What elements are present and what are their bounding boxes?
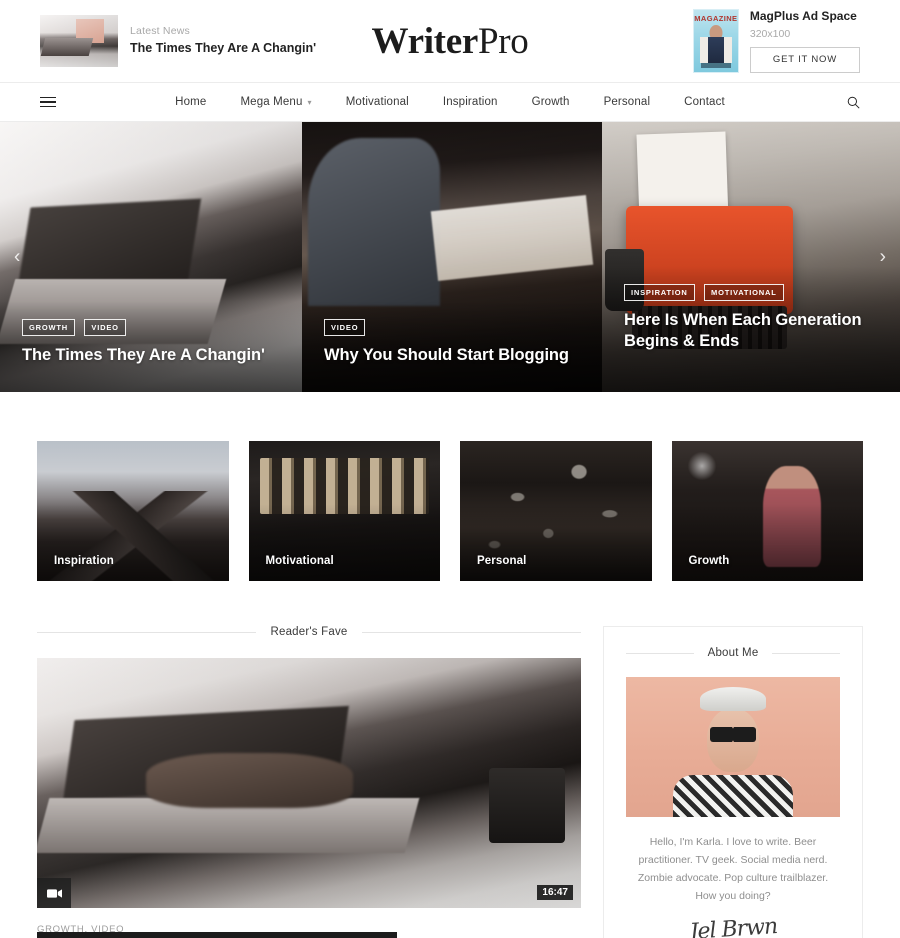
chevron-down-icon: ▾	[307, 97, 312, 107]
latest-news-text: Latest News The Times They Are A Changin…	[130, 25, 316, 57]
nav-item-label: Inspiration	[442, 96, 498, 108]
sunglasses-icon	[710, 727, 756, 743]
ad-thumbnail-icon: MAGAZINE	[692, 9, 739, 73]
category-tile-label: Motivational	[265, 555, 334, 567]
main-column: Reader's Fave 16:47 GROWTH, VIDEO	[37, 626, 581, 935]
category-tile-label: Growth	[688, 555, 730, 567]
ad-thumb-footer-band	[700, 63, 731, 68]
ad-size: 320x100	[749, 27, 791, 40]
latest-news-block[interactable]: Latest News The Times They Are A Changin…	[40, 15, 340, 67]
video-camera-icon[interactable]	[37, 878, 71, 908]
featured-post-card[interactable]: 16:47 GROWTH, VIDEO	[37, 658, 581, 935]
nav-menu: Home Mega Menu ▾ Motivational Inspiration…	[0, 96, 900, 108]
section-title: Reader's Fave	[270, 626, 348, 638]
hero-slide-caption: INSPIRATION MOTIVATIONAL Here Is When Ea…	[602, 265, 900, 392]
featured-post-image: 16:47	[37, 658, 581, 908]
featured-post-meta[interactable]: GROWTH, VIDEO	[37, 908, 581, 935]
hero-slide-badges: GROWTH VIDEO	[22, 317, 280, 336]
hero-slide-title[interactable]: The Times They Are A Changin'	[22, 345, 280, 366]
bottom-section-edge	[37, 932, 397, 938]
ad-thumb-magazine-word: MAGAZINE	[694, 14, 738, 23]
content-area: Reader's Fave 16:47 GROWTH, VIDEO About …	[0, 581, 900, 938]
nav-item-label: Contact	[684, 96, 725, 108]
widget-title: About Me	[707, 647, 759, 659]
nav-item-personal[interactable]: Personal	[587, 96, 668, 108]
ad-cta-button[interactable]: GET IT NOW	[749, 47, 860, 73]
section-header-readers-fave: Reader's Fave	[37, 626, 581, 638]
category-tile-label: Personal	[477, 555, 527, 567]
portrait-hat	[700, 686, 766, 711]
ad-info: MagPlus Ad Space 320x100 GET IT NOW	[749, 9, 860, 73]
hero-slide-title[interactable]: Why You Should Start Blogging	[324, 345, 580, 366]
nav-item-label: Personal	[603, 96, 651, 108]
sidebar: About Me Hello, I'm Karla. I love to wri…	[603, 626, 863, 938]
ad-thumb-body	[699, 36, 732, 63]
divider-line	[626, 652, 694, 654]
category-tile-motivational[interactable]: Motivational	[248, 441, 440, 581]
hero-slide-badges: VIDEO	[324, 317, 580, 336]
about-me-bio: Hello, I'm Karla. I love to write. Beer …	[637, 836, 829, 903]
slider-next-arrow-icon[interactable]: ›	[870, 240, 896, 275]
typing-hands	[145, 753, 353, 808]
hero-slide-badges: INSPIRATION MOTIVATIONAL	[624, 282, 878, 301]
divider-line	[37, 631, 257, 633]
ad-block: MAGAZINE MagPlus Ad Space 320x100 GET IT…	[560, 9, 860, 73]
ad-title: MagPlus Ad Space	[749, 9, 857, 24]
nav-item-motivational[interactable]: Motivational	[329, 96, 426, 108]
category-badge[interactable]: VIDEO	[84, 318, 126, 336]
nav-item-home[interactable]: Home	[158, 96, 223, 108]
about-me-portrait-image	[626, 677, 840, 817]
category-tile-label: Inspiration	[54, 555, 114, 567]
latest-news-title[interactable]: The Times They Are A Changin'	[130, 40, 316, 57]
divider-line	[361, 631, 581, 633]
main-navigation: Home Mega Menu ▾ Motivational Inspiration…	[0, 83, 900, 122]
site-header: Latest News The Times They Are A Changin…	[0, 0, 900, 83]
category-tile-inspiration[interactable]: Inspiration	[37, 441, 229, 581]
hero-slide-caption: VIDEO Why You Should Start Blogging	[302, 300, 602, 392]
category-badge[interactable]: GROWTH	[22, 318, 75, 336]
hero-slider: GROWTH VIDEO The Times They Are A Changi…	[0, 122, 900, 392]
slider-prev-arrow-icon[interactable]: ‹	[4, 240, 30, 275]
category-tiles: Inspiration Motivational Personal Growth	[0, 392, 900, 581]
category-badge[interactable]: INSPIRATION	[624, 283, 695, 301]
divider-line	[772, 652, 841, 654]
logo-container: WriterPro	[340, 23, 560, 60]
latest-news-label: Latest News	[130, 24, 190, 37]
nav-item-inspiration[interactable]: Inspiration	[426, 96, 515, 108]
category-badge[interactable]: VIDEO	[324, 318, 366, 336]
portrait-torso	[673, 775, 793, 817]
hero-slide-caption: GROWTH VIDEO The Times They Are A Changi…	[0, 300, 302, 392]
page-root: Latest News The Times They Are A Changin…	[0, 0, 900, 938]
logo-light-part: Pro	[477, 20, 529, 62]
site-logo[interactable]: WriterPro	[340, 23, 560, 60]
nav-item-label: Mega Menu	[240, 96, 303, 108]
nav-item-growth[interactable]: Growth	[515, 96, 587, 108]
section-header-about-me: About Me	[626, 647, 841, 659]
logo-bold-part: Writer	[371, 20, 479, 62]
hero-slide[interactable]: VIDEO Why You Should Start Blogging	[302, 122, 602, 392]
nav-item-label: Growth	[531, 96, 570, 108]
nav-item-contact[interactable]: Contact	[667, 96, 742, 108]
category-tile-growth[interactable]: Growth	[671, 441, 863, 581]
category-tile-personal[interactable]: Personal	[460, 441, 652, 581]
nav-item-mega-menu[interactable]: Mega Menu ▾	[223, 96, 328, 108]
hero-slide-title[interactable]: Here Is When Each Generation Begins & En…	[624, 310, 878, 352]
latest-news-thumbnail-icon	[40, 15, 118, 67]
hero-slide[interactable]: INSPIRATION MOTIVATIONAL Here Is When Ea…	[602, 122, 900, 392]
coffee-cup	[488, 768, 565, 843]
about-me-widget: About Me Hello, I'm Karla. I love to wri…	[603, 626, 863, 938]
category-badge[interactable]: MOTIVATIONAL	[704, 283, 784, 301]
video-duration-badge: 16:47	[537, 885, 573, 900]
search-icon[interactable]	[847, 96, 860, 109]
hero-slide[interactable]: GROWTH VIDEO The Times They Are A Changi…	[0, 122, 302, 392]
nav-item-label: Home	[175, 96, 207, 108]
nav-item-label: Motivational	[345, 96, 409, 108]
